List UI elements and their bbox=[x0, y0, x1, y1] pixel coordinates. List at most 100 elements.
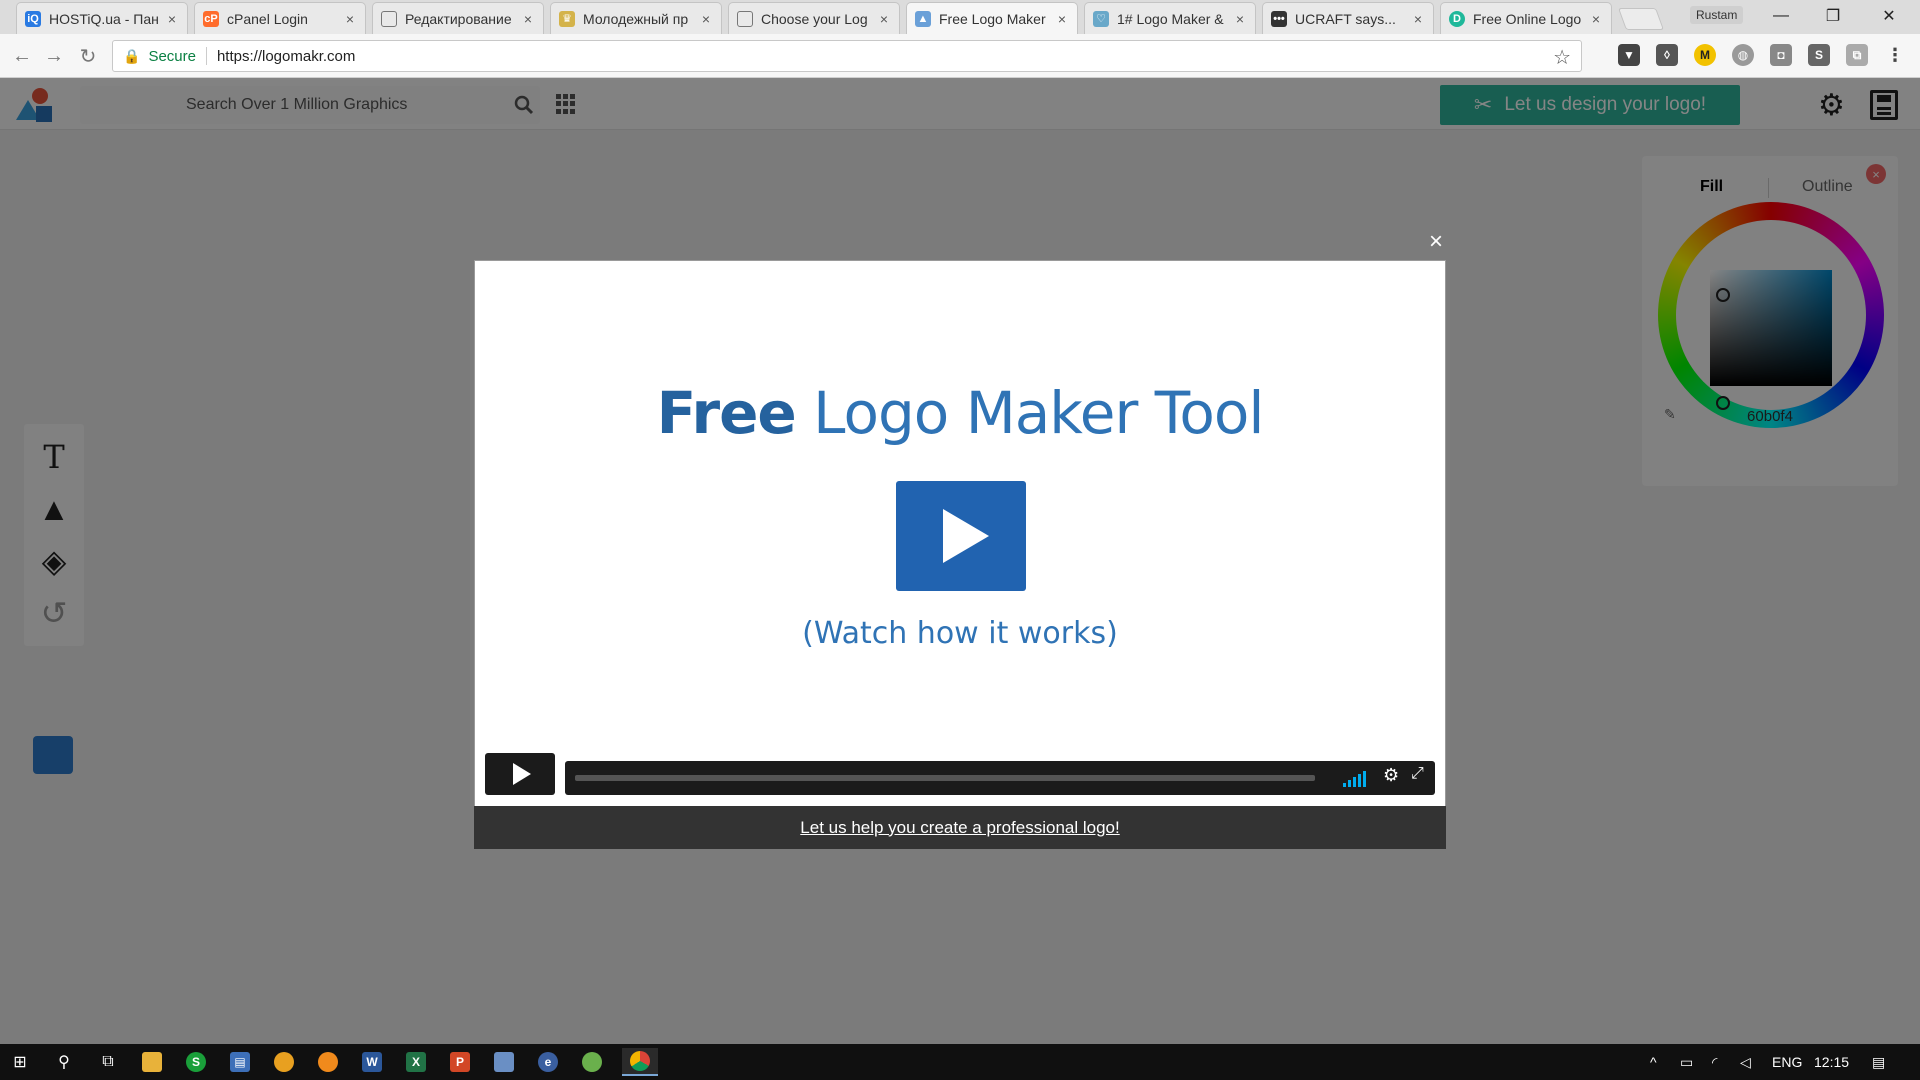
paint-app-icon[interactable] bbox=[486, 1048, 522, 1076]
tab-close-icon[interactable]: × bbox=[699, 11, 713, 27]
hostiq-favicon-icon: iQ bbox=[25, 10, 41, 27]
document-favicon-icon bbox=[737, 10, 753, 27]
browser-tab[interactable]: cP cPanel Login × bbox=[194, 2, 366, 34]
tab-title: Choose your Log bbox=[761, 10, 868, 27]
editor-app-icon[interactable]: ▤ bbox=[222, 1048, 258, 1076]
browser-tab[interactable]: ♡ 1# Logo Maker & × bbox=[1084, 2, 1256, 34]
crown-favicon-icon: ♛ bbox=[559, 10, 575, 27]
player-play-button[interactable] bbox=[485, 753, 555, 795]
lock-icon: 🔒 bbox=[123, 47, 141, 64]
s-app-icon[interactable]: S bbox=[178, 1048, 214, 1076]
task-view-icon[interactable]: ⧉ bbox=[90, 1048, 126, 1076]
green-app-icon[interactable] bbox=[574, 1048, 610, 1076]
modal-close-icon[interactable]: × bbox=[1426, 228, 1446, 255]
windows-taskbar: ⊞ ⚲ ⧉ S ▤ W X P e ^ ▭ ◜ ◁ ENG 12:15 ▤ bbox=[0, 1044, 1920, 1080]
minimize-icon[interactable]: — bbox=[1758, 0, 1804, 32]
word-icon[interactable]: W bbox=[354, 1048, 390, 1076]
tab-title: 1# Logo Maker & bbox=[1117, 10, 1224, 27]
tab-close-icon[interactable]: × bbox=[165, 11, 179, 27]
close-window-icon[interactable]: ✕ bbox=[1866, 0, 1912, 32]
browser-tab[interactable]: D Free Online Logo × bbox=[1440, 2, 1612, 34]
globe-extension-icon[interactable]: ◍ bbox=[1732, 44, 1754, 66]
tab-close-icon[interactable]: × bbox=[1411, 11, 1425, 27]
tab-close-icon[interactable]: × bbox=[343, 11, 357, 27]
tab-title: cPanel Login bbox=[227, 10, 308, 27]
tab-title: UCRAFT says... bbox=[1295, 10, 1396, 27]
tab-title: Редактирование bbox=[405, 10, 512, 27]
tab-close-icon[interactable]: × bbox=[1233, 11, 1247, 27]
modal-title-bold: Free bbox=[656, 379, 797, 447]
m-extension-icon[interactable]: M bbox=[1694, 44, 1716, 66]
d-favicon-icon: D bbox=[1449, 10, 1465, 27]
tab-title: Молодежный пр bbox=[583, 10, 689, 27]
camera-extension-icon[interactable]: ◘ bbox=[1770, 44, 1792, 66]
volume-tray-icon[interactable]: ◁ bbox=[1740, 1054, 1751, 1071]
volume-icon[interactable] bbox=[1343, 769, 1371, 787]
tab-close-icon[interactable]: × bbox=[1589, 11, 1603, 27]
back-icon[interactable]: ← bbox=[10, 44, 34, 68]
fullscreen-icon[interactable]: ⤢ bbox=[1411, 765, 1424, 783]
modal-title-rest: Logo Maker Tool bbox=[795, 379, 1264, 447]
play-icon bbox=[943, 509, 989, 563]
shield-extension-icon[interactable]: ◊ bbox=[1656, 44, 1678, 66]
divider bbox=[205, 47, 207, 65]
url-text: https://logomakr.com bbox=[216, 47, 356, 65]
video-modal: Free Logo Maker Tool (Watch how it works… bbox=[474, 260, 1446, 849]
video-play-button[interactable] bbox=[896, 481, 1026, 591]
orange-app-icon[interactable] bbox=[310, 1048, 346, 1076]
powerpoint-icon[interactable]: P bbox=[442, 1048, 478, 1076]
puzzle-extension-icon[interactable]: ⧉ bbox=[1846, 44, 1868, 66]
professional-logo-link[interactable]: Let us help you create a professional lo… bbox=[800, 818, 1119, 838]
browser-tab[interactable]: ••• UCRAFT says... × bbox=[1262, 2, 1434, 34]
search-icon[interactable]: ⚲ bbox=[46, 1048, 82, 1076]
address-bar: ← → ↻ 🔒 Secure https://logomakr.com ☆ ▼ … bbox=[0, 34, 1920, 78]
tab-close-icon[interactable]: × bbox=[521, 11, 535, 27]
wifi-icon[interactable]: ◜ bbox=[1712, 1054, 1717, 1071]
battery-icon[interactable]: ▭ bbox=[1680, 1054, 1693, 1071]
document-favicon-icon bbox=[381, 10, 397, 27]
browser-tab-active[interactable]: ▲ Free Logo Maker × bbox=[906, 2, 1078, 34]
profile-name[interactable]: Rustam bbox=[1690, 6, 1744, 24]
clock[interactable]: 12:15 bbox=[1814, 1054, 1849, 1070]
logomakr-favicon-icon: ▲ bbox=[915, 10, 931, 27]
new-tab-button[interactable] bbox=[1617, 8, 1665, 30]
forward-icon[interactable]: → bbox=[42, 44, 66, 68]
shield-favicon-icon: ♡ bbox=[1093, 10, 1109, 27]
browser-tab[interactable]: ♛ Молодежный пр × bbox=[550, 2, 722, 34]
browser-tab-strip: iQ HOSTiQ.ua - Пан × cP cPanel Login × Р… bbox=[0, 0, 1920, 34]
browser-tab[interactable]: Редактирование × bbox=[372, 2, 544, 34]
modal-footer: Let us help you create a professional lo… bbox=[474, 806, 1446, 849]
reload-icon[interactable]: ↻ bbox=[76, 44, 100, 68]
player-control-bar: ⚙ ⤢ bbox=[565, 761, 1435, 795]
s-extension-icon[interactable]: S bbox=[1808, 44, 1830, 66]
progress-track[interactable] bbox=[575, 775, 1315, 781]
play-icon bbox=[513, 763, 531, 785]
pocket-extension-icon[interactable]: ▼ bbox=[1618, 44, 1640, 66]
modal-title: Free Logo Maker Tool bbox=[475, 379, 1445, 447]
browser-tab[interactable]: Choose your Log × bbox=[728, 2, 900, 34]
chrome-icon[interactable] bbox=[622, 1048, 658, 1076]
secure-label: Secure bbox=[148, 47, 196, 65]
bookmark-star-icon[interactable]: ☆ bbox=[1553, 45, 1571, 70]
chrome-canary-icon[interactable] bbox=[266, 1048, 302, 1076]
url-field[interactable]: 🔒 Secure https://logomakr.com ☆ bbox=[112, 40, 1582, 72]
browser-tab[interactable]: iQ HOSTiQ.ua - Пан × bbox=[16, 2, 188, 34]
watch-caption: (Watch how it works) bbox=[802, 616, 1118, 651]
notifications-icon[interactable]: ▤ bbox=[1872, 1054, 1885, 1071]
tab-title: Free Logo Maker bbox=[939, 10, 1046, 27]
language-indicator[interactable]: ENG bbox=[1772, 1054, 1802, 1070]
file-explorer-icon[interactable] bbox=[134, 1048, 170, 1076]
tab-close-icon[interactable]: × bbox=[877, 11, 891, 27]
tab-title: HOSTiQ.ua - Пан bbox=[49, 10, 159, 27]
excel-icon[interactable]: X bbox=[398, 1048, 434, 1076]
globe-app-icon[interactable]: e bbox=[530, 1048, 566, 1076]
restore-icon[interactable]: ❐ bbox=[1810, 0, 1856, 32]
video-controls: ⚙ ⤢ bbox=[485, 753, 1435, 797]
cpanel-favicon-icon: cP bbox=[203, 10, 219, 27]
tab-title: Free Online Logo bbox=[1473, 10, 1582, 27]
tray-expand-icon[interactable]: ^ bbox=[1650, 1054, 1657, 1070]
video-settings-icon[interactable]: ⚙ bbox=[1383, 765, 1399, 786]
tab-close-icon[interactable]: × bbox=[1055, 11, 1069, 27]
windows-start-icon[interactable]: ⊞ bbox=[2, 1048, 38, 1076]
menu-kebab-icon[interactable]: ⋮ bbox=[1884, 44, 1906, 66]
